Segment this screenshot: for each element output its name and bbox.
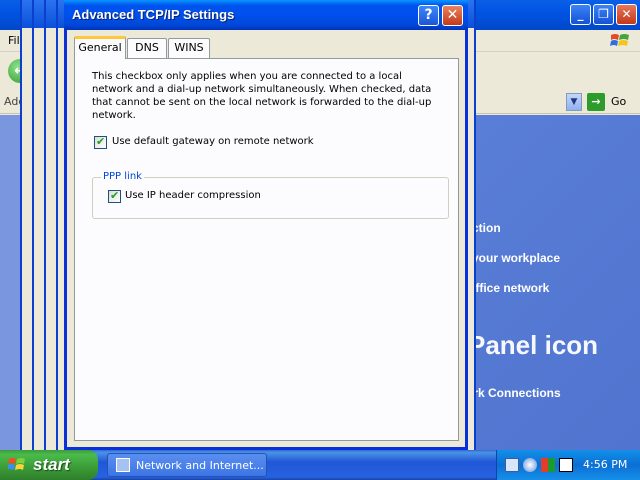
default-gateway-label[interactable]: Use default gateway on remote network [112, 136, 314, 147]
ppp-link-group: PPP link ✔ Use IP header compression [92, 171, 449, 219]
task-link[interactable]: ction [472, 221, 501, 235]
system-tray: 4:56 PM [496, 450, 640, 480]
tab-general[interactable]: General [74, 36, 126, 59]
dialog-titlebar[interactable]: Advanced TCP/IP Settings ? ✕ [64, 0, 468, 30]
check-icon: ✔ [96, 135, 106, 148]
network-icon [116, 458, 130, 472]
restore-button[interactable]: ❐ [593, 4, 614, 25]
volume-icon[interactable] [559, 458, 573, 472]
left-task-pane [0, 115, 20, 450]
network-icon[interactable] [523, 458, 537, 472]
windows-logo-icon [610, 34, 629, 46]
task-link[interactable]: your workplace [472, 251, 560, 265]
pick-control-panel-heading: Panel icon [468, 330, 599, 360]
start-button[interactable]: start [0, 450, 98, 480]
advanced-tcpip-dialog: Advanced TCP/IP Settings ? ✕ General DNS… [64, 0, 468, 450]
default-gateway-checkbox[interactable]: ✔ [94, 135, 107, 149]
task-link[interactable]: office network [468, 281, 549, 295]
background-close-button[interactable]: ✕ [616, 4, 637, 25]
taskbar-button-label: Network and Internet... [136, 459, 264, 472]
clock[interactable]: 4:56 PM [583, 458, 627, 471]
close-icon[interactable]: ✕ [442, 5, 463, 26]
info-text: This checkbox only applies when you are … [92, 71, 432, 121]
taskbar: start Network and Internet... 4:56 PM [0, 450, 640, 480]
ip-header-compression-checkbox[interactable]: ✔ [108, 189, 121, 203]
general-tab-panel: This checkbox only applies when you are … [74, 58, 459, 441]
minimize-button[interactable]: _ [570, 4, 591, 25]
tab-dns[interactable]: DNS [127, 38, 167, 58]
taskbar-button-network[interactable]: Network and Internet... [107, 453, 267, 477]
ip-header-compression-label[interactable]: Use IP header compression [125, 190, 261, 201]
task-link[interactable]: ork Connections [466, 386, 561, 400]
go-label: Go [611, 95, 627, 108]
go-button[interactable]: → Go [587, 93, 637, 111]
start-label: start [33, 455, 70, 474]
ppp-link-legend: PPP link [101, 171, 144, 182]
monitor-icon[interactable] [505, 458, 519, 472]
help-icon[interactable]: ? [418, 5, 439, 26]
address-dropdown-chevron-icon[interactable]: ▼ [566, 93, 582, 111]
dialog-title: Advanced TCP/IP Settings [72, 7, 235, 22]
go-arrow-icon: → [587, 93, 605, 111]
security-icon[interactable] [541, 458, 555, 472]
tab-wins[interactable]: WINS [168, 38, 210, 58]
windows-logo-icon [8, 458, 25, 470]
check-icon: ✔ [110, 189, 120, 202]
